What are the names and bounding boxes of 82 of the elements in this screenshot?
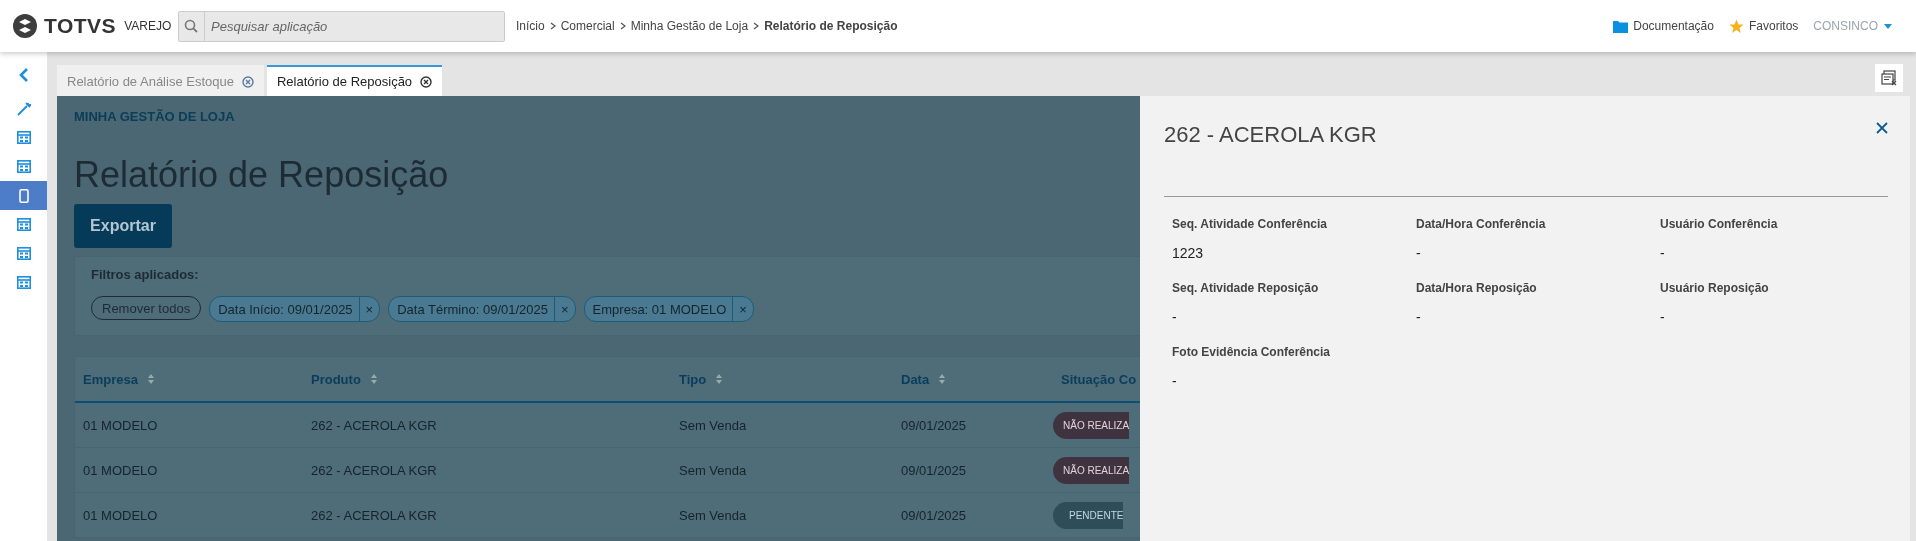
status-badge: NÃO REALIZA [1053,456,1130,484]
sort-icon [716,374,723,384]
table-cell-text: 09/01/2025 [900,417,968,433]
table-icon [16,247,31,260]
section-label: MINHA GESTÃO DE LOJA [74,109,236,124]
table-icon [16,160,31,173]
field-value: - [1172,373,1178,389]
field-label: Data/Hora Reposição [1416,281,1538,295]
table-cell-text: 262 - ACEROLA KGR [310,507,438,523]
breadcrumb-link[interactable]: Comercial [560,19,615,33]
table-icon [16,276,31,289]
breadcrumb-link[interactable]: Início [516,19,545,33]
field-value: - [1660,309,1666,325]
table-icon [16,218,31,231]
windows-close-icon [1881,70,1897,86]
tab[interactable]: Relatório de Reposição [266,65,443,96]
table-cell-text: 01 MODELO [82,462,159,478]
user-menu[interactable]: CONSINCO [1813,19,1892,33]
column-header[interactable]: Produto [303,371,671,387]
breadcrumb-separator-icon [619,22,626,30]
column-header[interactable]: Empresa [75,371,303,387]
close-icon[interactable] [420,75,433,88]
table-cell-text: 09/01/2025 [900,507,968,523]
field-label: Usuário Reposição [1660,281,1770,295]
brand-name: TOTVS [44,14,117,38]
page-title: Relatório de Reposição [74,154,450,196]
field-label: Seq. Atividade Conferência [1172,217,1328,231]
table-cell-text: 01 MODELO [82,417,159,433]
field-label: Foto Evidência Conferência [1172,345,1332,359]
wand-icon [16,101,31,116]
search-icon [184,18,198,33]
sidebar-item[interactable] [0,181,47,210]
remove-filter-button[interactable]: × [554,297,575,321]
remove-all-button[interactable]: Remover todos [91,296,202,320]
close-tabs-button[interactable] [1875,64,1903,92]
filter-chip-label: Data Início: 09/01/2025 [217,301,354,317]
remove-filter-button[interactable]: × [732,297,753,321]
logo-icon [12,13,38,39]
table-cell-text: 01 MODELO [82,507,159,523]
field-value: - [1416,245,1422,261]
breadcrumb-separator-icon [549,22,556,30]
field-label: Data/Hora Conferência [1416,217,1547,231]
filter-chip-label: Data Término: 09/01/2025 [396,301,549,317]
table-cell-text: 09/01/2025 [900,462,968,478]
breadcrumb-separator-icon [753,22,760,30]
search-field[interactable]: Pesquisar aplicação [178,10,505,42]
breadcrumb-link[interactable]: Relatório de Reposição [764,19,898,33]
column-header[interactable]: Data [893,371,1053,387]
tab[interactable]: Relatório de Análise Estoque [57,65,264,96]
field-value: - [1172,309,1178,325]
field-label: Usuário Conferência [1660,217,1779,231]
field-value: - [1416,309,1422,325]
field-label: Seq. Atividade Reposição [1172,281,1320,295]
mobile-icon [18,188,29,203]
favorites-link[interactable]: Favoritos [1748,19,1799,33]
export-button[interactable]: Exportar [74,204,172,248]
star-icon [1728,18,1744,34]
brand-subtitle: VAREJO [124,19,172,33]
status-badge: PENDENTE [1053,501,1124,529]
remove-filter-button[interactable]: × [358,297,380,321]
table-cell-text: Sem Venda [678,462,748,478]
caret-icon [1884,23,1892,29]
table-icon [16,131,31,144]
field-value: 1223 [1172,245,1205,261]
sort-icon [939,374,946,384]
chevron-left-icon [18,68,29,82]
panel-title: 262 - ACEROLA KGR [1164,122,1377,148]
breadcrumb-link[interactable]: Minha Gestão de Loja [630,19,749,33]
filter-chip-label: Empresa: 01 MODELO [591,301,728,317]
status-badge: NÃO REALIZA [1053,411,1130,439]
column-header[interactable]: Tipo [671,371,893,387]
sort-icon [147,374,154,384]
filters-label: Filtros aplicados: [91,267,200,282]
sort-icon [370,374,377,384]
column-header[interactable]: Situação Co [1053,371,1140,387]
table-cell-text: 262 - ACEROLA KGR [310,417,438,433]
table-cell-text: 262 - ACEROLA KGR [310,462,438,478]
field-value: - [1660,245,1666,261]
folder-icon [1613,19,1629,33]
table-cell-text: Sem Venda [678,417,748,433]
documentation-link[interactable]: Documentação [1633,19,1714,33]
table-cell-text: Sem Venda [678,507,748,523]
